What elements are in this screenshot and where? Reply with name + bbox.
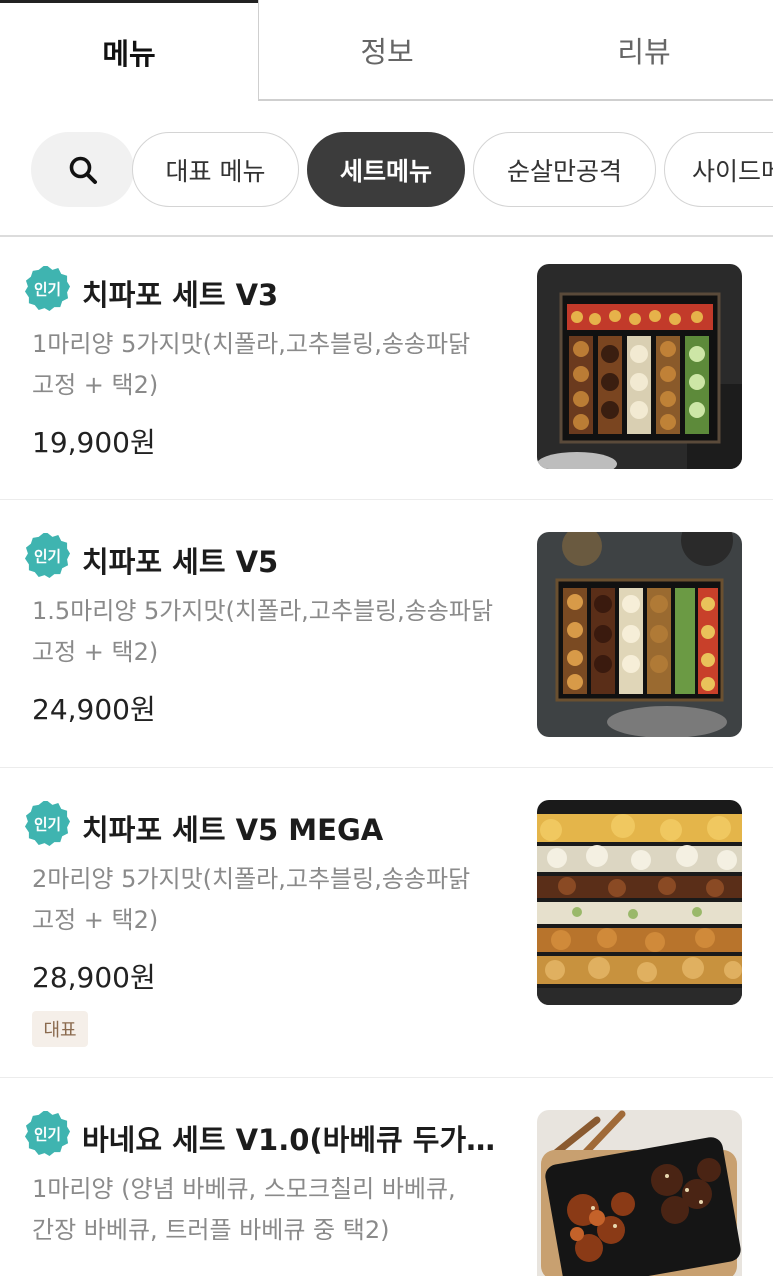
- popular-badge-label: 인기: [34, 280, 61, 298]
- chip-boneless[interactable]: 순살만공격: [473, 132, 656, 207]
- popular-badge-label: 인기: [34, 547, 61, 565]
- item-price: 24,900원: [32, 693, 156, 726]
- item-name: 바네요 세트 V1.0(바베큐 두가…: [82, 1123, 496, 1157]
- item-price: 19,900원: [32, 426, 156, 459]
- item-description: 1마리양 (양념 바베큐, 스모크칠리 바베큐, 간장 바베큐, 트러플 바베큐…: [32, 1175, 456, 1244]
- chip-set-menu[interactable]: 세트메뉴: [307, 132, 465, 207]
- chip-representative-menu[interactable]: 대표 메뉴: [132, 132, 299, 207]
- popular-badge: 인기: [24, 265, 71, 312]
- item-name: 치파포 세트 V3: [82, 278, 279, 312]
- menu-item[interactable]: 인기 바네요 세트 V1.0(바베큐 두가… 1마리양 (양념 바베큐, 스모크…: [0, 1078, 773, 1276]
- item-photo: [537, 532, 742, 737]
- item-description: 1.5마리양 5가지맛(치폴라,고추블링,송송파닭 고정 + 택2): [32, 597, 494, 666]
- popular-badge-label: 인기: [34, 815, 61, 833]
- search-button[interactable]: [31, 132, 134, 207]
- item-photo: [537, 264, 742, 469]
- item-photo: [537, 800, 742, 1005]
- item-description: 1마리양 5가지맛(치폴라,고추블링,송송파닭 고정 + 택2): [32, 330, 471, 399]
- menu-item[interactable]: 인기 치파포 세트 V5 1.5마리양 5가지맛(치폴라,고추블링,송송파닭 고…: [0, 500, 773, 768]
- popular-badge: 인기: [24, 532, 71, 579]
- tab-reviews[interactable]: 리뷰: [515, 0, 773, 101]
- tab-menu[interactable]: 메뉴: [0, 0, 258, 101]
- item-description: 2마리양 5가지맛(치폴라,고추블링,송송파닭 고정 + 택2): [32, 865, 471, 934]
- tab-info[interactable]: 정보: [258, 0, 515, 101]
- popular-badge: 인기: [24, 800, 71, 847]
- item-photo: [537, 1110, 742, 1276]
- menu-item[interactable]: 인기 치파포 세트 V3 1마리양 5가지맛(치폴라,고추블링,송송파닭 고정 …: [0, 237, 773, 500]
- category-filter-bar: 대표 메뉴 세트메뉴 순살만공격 사이드메뉴: [0, 101, 773, 237]
- popular-badge-label: 인기: [34, 1125, 61, 1143]
- item-price: 28,900원: [32, 961, 156, 994]
- item-name: 치파포 세트 V5 MEGA: [82, 813, 384, 847]
- menu-item[interactable]: 인기 치파포 세트 V5 MEGA 2마리양 5가지맛(치폴라,고추블링,송송파…: [0, 768, 773, 1078]
- search-icon: [69, 156, 97, 184]
- popular-badge: 인기: [24, 1110, 71, 1157]
- item-name: 치파포 세트 V5: [82, 545, 279, 579]
- chip-side-menu[interactable]: 사이드메뉴: [664, 132, 773, 207]
- representative-tag: 대표: [32, 1011, 88, 1047]
- menu-tabs: 메뉴 정보 리뷰: [0, 0, 773, 101]
